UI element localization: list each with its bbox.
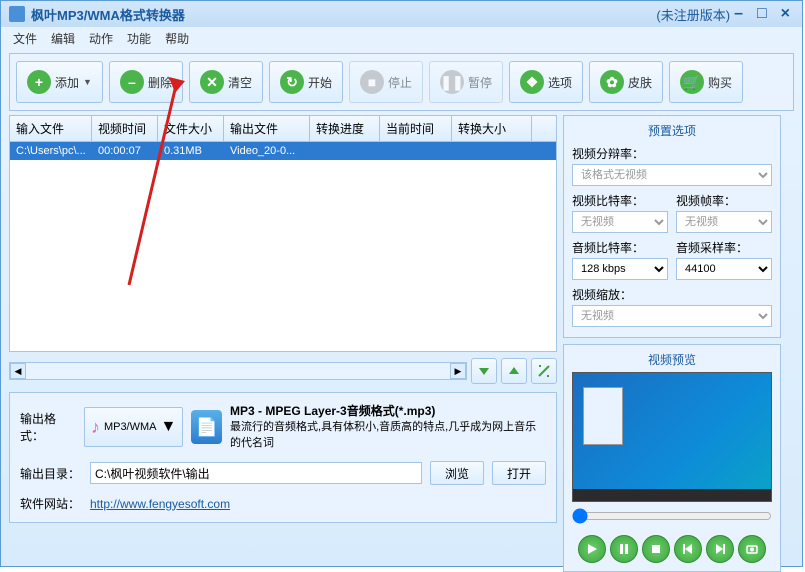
toolbar: +添加▼ –删除 ✕清空 ↻开始 ■停止 ❚❚暂停 ❖选项 ✿皮肤 🛒购买 [9, 53, 794, 111]
horizontal-scrollbar[interactable]: ◀ ▶ [9, 362, 467, 380]
seek-slider[interactable] [572, 508, 772, 524]
table-row[interactable]: C:\Users\pc\... 00:00:07 0.31MB Video_20… [10, 142, 556, 160]
move-up-button[interactable] [501, 358, 527, 384]
tools-icon: ❖ [520, 70, 544, 94]
apple-icon: ✿ [600, 70, 624, 94]
scroll-left-button[interactable]: ◀ [10, 363, 26, 379]
pause-button: ❚❚暂停 [429, 61, 503, 103]
app-title: 枫叶MP3/WMA格式转换器 [31, 5, 648, 24]
preset-title: 预置选项 [572, 122, 772, 139]
preset-panel: 预置选项 视频分辩率： 该格式无视频 视频比特率： 无视频 视频帧率： 无视频 … [563, 115, 781, 338]
open-button[interactable]: 打开 [492, 461, 546, 485]
menu-action[interactable]: 动作 [83, 28, 119, 49]
menu-function[interactable]: 功能 [121, 28, 157, 49]
close-button[interactable]: × [777, 5, 794, 23]
stop-button: ■停止 [349, 61, 423, 103]
table-body[interactable]: C:\Users\pc\... 00:00:07 0.31MB Video_20… [10, 142, 556, 351]
th-convsize[interactable]: 转换大小 [452, 116, 532, 141]
add-button[interactable]: +添加▼ [16, 61, 103, 103]
table-header: 输入文件 视频时间 文件大小 输出文件 转换进度 当前时间 转换大小 [10, 116, 556, 142]
buy-button[interactable]: 🛒购买 [669, 61, 743, 103]
pause-icon: ❚❚ [440, 70, 464, 94]
music-icon: ♪ [91, 417, 100, 438]
app-icon [9, 6, 25, 22]
video-zoom-label: 视频缩放： [572, 286, 772, 303]
format-desc-icon: 📄 [191, 410, 222, 444]
stop-preview-button[interactable] [642, 535, 670, 563]
scroll-right-button[interactable]: ▶ [450, 363, 466, 379]
edit-button[interactable] [531, 358, 557, 384]
video-fps-select[interactable]: 无视频 [676, 211, 772, 233]
th-output[interactable]: 输出文件 [224, 116, 310, 141]
plus-icon: + [27, 70, 51, 94]
minimize-button[interactable]: – [730, 5, 747, 23]
snapshot-button[interactable] [738, 535, 766, 563]
audio-bitrate-label: 音频比特率： [572, 239, 668, 256]
clear-button[interactable]: ✕清空 [189, 61, 263, 103]
next-frame-button[interactable] [706, 535, 734, 563]
output-dir-label: 输出目录： [20, 465, 82, 482]
maximize-button[interactable]: □ [753, 5, 771, 23]
titlebar: 枫叶MP3/WMA格式转换器 (未注册版本) – □ × [1, 1, 802, 27]
output-format-label: 输出格式： [20, 410, 76, 444]
format-description: MP3 - MPEG Layer-3音频格式(*.mp3)最流行的音频格式,具有… [230, 403, 546, 451]
audio-samplerate-select[interactable]: 44100 [676, 258, 772, 280]
video-fps-label: 视频帧率： [676, 192, 772, 209]
audio-bitrate-select[interactable]: 128 kbps [572, 258, 668, 280]
menu-help[interactable]: 帮助 [159, 28, 195, 49]
output-format-select[interactable]: ♪ MP3/WMA ▼ [84, 407, 183, 447]
play-button[interactable] [578, 535, 606, 563]
minus-icon: – [120, 70, 144, 94]
chevron-down-icon: ▼ [161, 418, 177, 436]
th-progress[interactable]: 转换进度 [310, 116, 380, 141]
audio-samplerate-label: 音频采样率： [676, 239, 772, 256]
video-res-select[interactable]: 该格式无视频 [572, 164, 772, 186]
app-window: 枫叶MP3/WMA格式转换器 (未注册版本) – □ × 文件 编辑 动作 功能… [0, 0, 803, 567]
th-curtime[interactable]: 当前时间 [380, 116, 452, 141]
menubar: 文件 编辑 动作 功能 帮助 [1, 27, 802, 49]
menu-edit[interactable]: 编辑 [45, 28, 81, 49]
video-bitrate-select[interactable]: 无视频 [572, 211, 668, 233]
preview-title: 视频预览 [572, 351, 772, 368]
delete-button[interactable]: –删除 [109, 61, 183, 103]
prev-frame-button[interactable] [674, 535, 702, 563]
start-button[interactable]: ↻开始 [269, 61, 343, 103]
video-zoom-select[interactable]: 无视频 [572, 305, 772, 327]
output-panel: 输出格式： ♪ MP3/WMA ▼ 📄 MP3 - MPEG Layer-3音频… [9, 392, 557, 523]
version-note: (未注册版本) [656, 5, 730, 24]
stop-icon: ■ [360, 70, 384, 94]
th-input[interactable]: 输入文件 [10, 116, 92, 141]
output-dir-input[interactable] [90, 462, 422, 484]
skin-button[interactable]: ✿皮肤 [589, 61, 663, 103]
browse-button[interactable]: 浏览 [430, 461, 484, 485]
file-list-panel: 输入文件 视频时间 文件大小 输出文件 转换进度 当前时间 转换大小 C:\Us… [9, 115, 557, 352]
video-res-label: 视频分辩率： [572, 145, 772, 162]
th-size[interactable]: 文件大小 [158, 116, 224, 141]
menu-file[interactable]: 文件 [7, 28, 43, 49]
website-link[interactable]: http://www.fengyesoft.com [90, 497, 230, 511]
preview-panel: 视频预览 [563, 344, 781, 572]
refresh-icon: ↻ [280, 70, 304, 94]
chevron-down-icon: ▼ [83, 77, 92, 87]
move-down-button[interactable] [471, 358, 497, 384]
cart-icon: 🛒 [680, 70, 704, 94]
website-label: 软件网站： [20, 495, 82, 512]
options-button[interactable]: ❖选项 [509, 61, 583, 103]
video-bitrate-label: 视频比特率： [572, 192, 668, 209]
x-icon: ✕ [200, 70, 224, 94]
preview-area [572, 372, 772, 502]
pause-preview-button[interactable] [610, 535, 638, 563]
th-time[interactable]: 视频时间 [92, 116, 158, 141]
